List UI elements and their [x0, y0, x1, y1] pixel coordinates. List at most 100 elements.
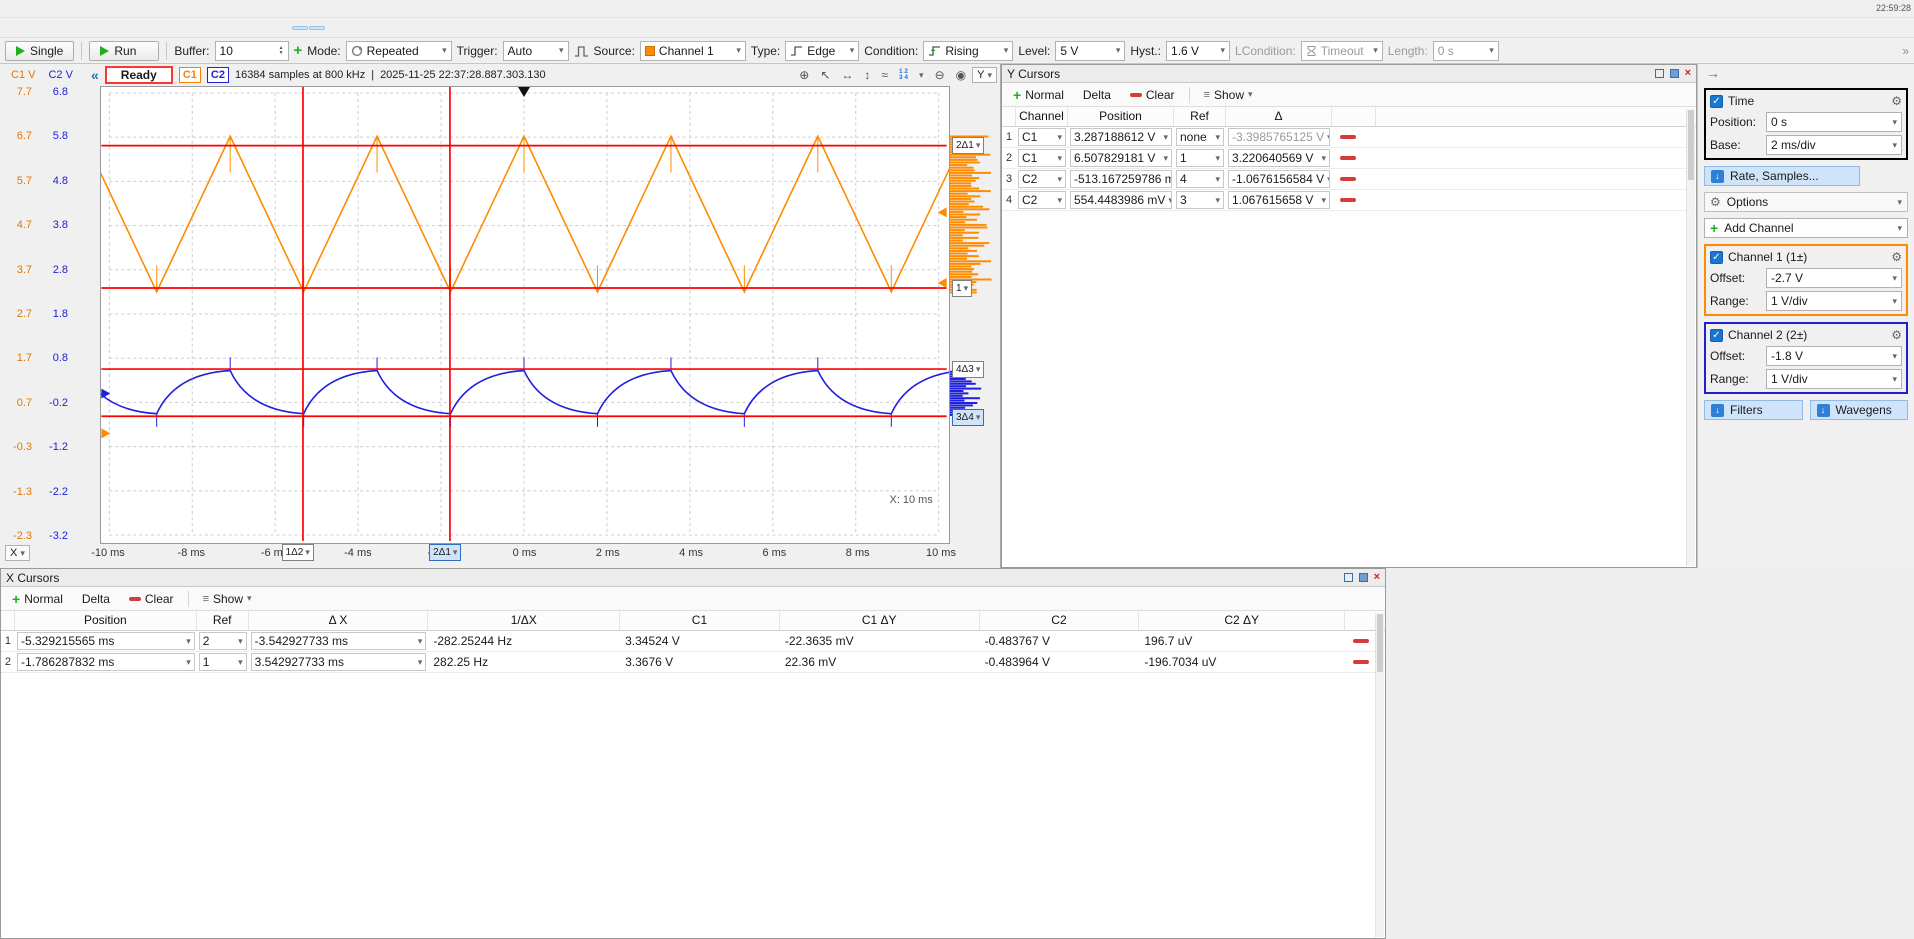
view-tab[interactable]	[37, 26, 53, 30]
view-tab[interactable]	[190, 26, 206, 30]
view-tab[interactable]	[3, 26, 19, 30]
channel2-enable-checkbox[interactable]: ✓	[1710, 329, 1723, 342]
view-tab[interactable]	[54, 26, 70, 30]
cursor-color-marker[interactable]	[1340, 135, 1356, 139]
float-icon[interactable]	[1655, 69, 1664, 78]
channel1-offset-select[interactable]: -2.7 V▾	[1766, 268, 1902, 288]
filters-button[interactable]: ↓ Filters	[1704, 400, 1803, 420]
cursor-ref-select[interactable]: none▾	[1176, 128, 1224, 146]
fit-vertical-icon[interactable]: ↕	[864, 68, 870, 82]
y-axis-select[interactable]: Y ▾	[972, 67, 997, 83]
menu-item[interactable]	[22, 8, 40, 10]
view-tab[interactable]	[360, 26, 376, 30]
close-icon[interactable]: ×	[1374, 572, 1380, 583]
view-tab[interactable]	[71, 26, 87, 30]
cursor-color-marker[interactable]	[1353, 639, 1369, 643]
cursor-ref-select[interactable]: 1▾	[1176, 149, 1224, 167]
menu-item[interactable]	[4, 8, 22, 10]
cursor-position-input[interactable]: 6.507829181 V▾	[1070, 149, 1172, 167]
layout-quad-icon[interactable]: 1 23 4	[899, 69, 908, 81]
view-tab[interactable]	[122, 26, 138, 30]
x-axis-select[interactable]: X ▾	[5, 545, 30, 561]
channel1-toggle[interactable]: C1	[179, 67, 201, 83]
trigger-select[interactable]: Auto ▾	[503, 41, 569, 61]
cursor-channel-select[interactable]: C1▾	[1018, 128, 1066, 146]
cursor-position-input[interactable]: -513.167259786 mV▾	[1070, 170, 1172, 188]
zoom-out-icon[interactable]: ⊖	[935, 68, 945, 82]
mode-select[interactable]: Repeated ▾	[346, 41, 452, 61]
condition-select[interactable]: Rising ▾	[923, 41, 1013, 61]
view-tab[interactable]	[292, 26, 308, 30]
x-cursor-tab[interactable]: 2Δ1 ▾	[429, 544, 461, 561]
view-tab[interactable]	[88, 26, 104, 30]
cursor-delta-value[interactable]: 1.067615658 V▾	[1228, 191, 1330, 209]
close-icon[interactable]: ×	[1685, 68, 1691, 79]
view-tab[interactable]	[343, 26, 359, 30]
trigger-pulse-icon[interactable]	[574, 44, 589, 58]
cursor-delta-value[interactable]: 3.220640569 V▾	[1228, 149, 1330, 167]
view-tab[interactable]	[258, 26, 274, 30]
length-select[interactable]: 0 s ▾	[1433, 41, 1499, 61]
hysteresis-select[interactable]: 1.6 V ▾	[1166, 41, 1230, 61]
spinner-arrows-icon[interactable]: ▲▼	[279, 46, 284, 56]
view-tab[interactable]	[326, 26, 342, 30]
scrollbar-thumb[interactable]	[1688, 110, 1694, 180]
cursor-delta-x-value[interactable]: -3.542927733 ms▾	[251, 632, 427, 650]
cursor-ref-select[interactable]: 4▾	[1176, 170, 1224, 188]
toolbar-overflow-icon[interactable]: »	[1902, 44, 1909, 58]
time-base-select[interactable]: 2 ms/div▾	[1766, 135, 1902, 155]
clear-cursors-button[interactable]: Clear	[1122, 85, 1183, 105]
view-tab[interactable]	[20, 26, 36, 30]
cursor-position-input[interactable]: 554.4483986 mV▾	[1070, 191, 1172, 209]
channel1-range-select[interactable]: 1 V/div▾	[1766, 291, 1902, 311]
view-tab[interactable]	[207, 26, 223, 30]
run-button[interactable]: Run	[89, 41, 159, 61]
view-tab[interactable]	[309, 26, 325, 30]
cursor-ref-select[interactable]: 2▾	[199, 632, 247, 650]
cursor-position-input[interactable]: 3.287188612 V▾	[1070, 128, 1172, 146]
cursor-color-marker[interactable]	[1340, 156, 1356, 160]
y-cursor-tab[interactable]: 4Δ3 ▾	[952, 361, 984, 378]
cursor-color-marker[interactable]	[1340, 177, 1356, 181]
zoom-in-icon[interactable]: ⊕	[799, 68, 809, 82]
maximize-icon[interactable]	[1670, 69, 1679, 78]
snapshot-icon[interactable]: ◉	[956, 68, 966, 82]
menu-item[interactable]	[40, 8, 58, 10]
pointer-icon[interactable]: ↖	[820, 68, 830, 82]
add-delta-cursor-button[interactable]: Delta	[74, 589, 118, 609]
menu-item[interactable]	[58, 8, 76, 10]
cursor-position-input[interactable]: -5.329215565 ms▾	[17, 632, 195, 650]
view-tab[interactable]	[224, 26, 240, 30]
cursor-channel-select[interactable]: C1▾	[1018, 149, 1066, 167]
fit-horizontal-icon[interactable]: ↔	[841, 68, 853, 82]
cursor-channel-select[interactable]: C2▾	[1018, 191, 1066, 209]
clear-cursors-button[interactable]: Clear	[121, 589, 182, 609]
history-back-icon[interactable]: «	[91, 67, 99, 83]
time-position-select[interactable]: 0 s▾	[1766, 112, 1902, 132]
view-tab[interactable]	[139, 26, 155, 30]
view-tab[interactable]	[105, 26, 121, 30]
waveform-style-icon[interactable]: ≈	[881, 68, 888, 82]
cursor-delta-value[interactable]: -3.3985765125 V▾	[1228, 128, 1330, 146]
float-icon[interactable]	[1344, 573, 1353, 582]
cursor-channel-select[interactable]: C2▾	[1018, 170, 1066, 188]
add-normal-cursor-button[interactable]: + Normal	[1005, 85, 1072, 105]
time-enable-checkbox[interactable]: ✓	[1710, 95, 1723, 108]
scrollbar-thumb[interactable]	[1377, 614, 1383, 672]
cursor-ref-select[interactable]: 3▾	[1176, 191, 1224, 209]
source-select[interactable]: Channel 1 ▾	[640, 41, 746, 61]
y-cursor-tab[interactable]: 1 ▾	[952, 280, 972, 297]
cursor-position-input[interactable]: -1.786287832 ms▾	[17, 653, 195, 671]
add-buffer-icon[interactable]: +	[294, 43, 303, 58]
cursor-delta-value[interactable]: -1.0676156584 V▾	[1228, 170, 1330, 188]
cursor-color-marker[interactable]	[1353, 660, 1369, 664]
channel1-settings-gear-icon[interactable]: ⚙	[1891, 250, 1902, 264]
type-select[interactable]: Edge ▾	[785, 41, 859, 61]
cursor-color-marker[interactable]	[1340, 198, 1356, 202]
channel1-enable-checkbox[interactable]: ✓	[1710, 251, 1723, 264]
show-menu-button[interactable]: ≡ Show ▾	[1196, 85, 1261, 105]
level-select[interactable]: 5 V ▾	[1055, 41, 1125, 61]
channel2-range-select[interactable]: 1 V/div▾	[1766, 369, 1902, 389]
channel2-settings-gear-icon[interactable]: ⚙	[1891, 328, 1902, 342]
view-tab[interactable]	[275, 26, 291, 30]
